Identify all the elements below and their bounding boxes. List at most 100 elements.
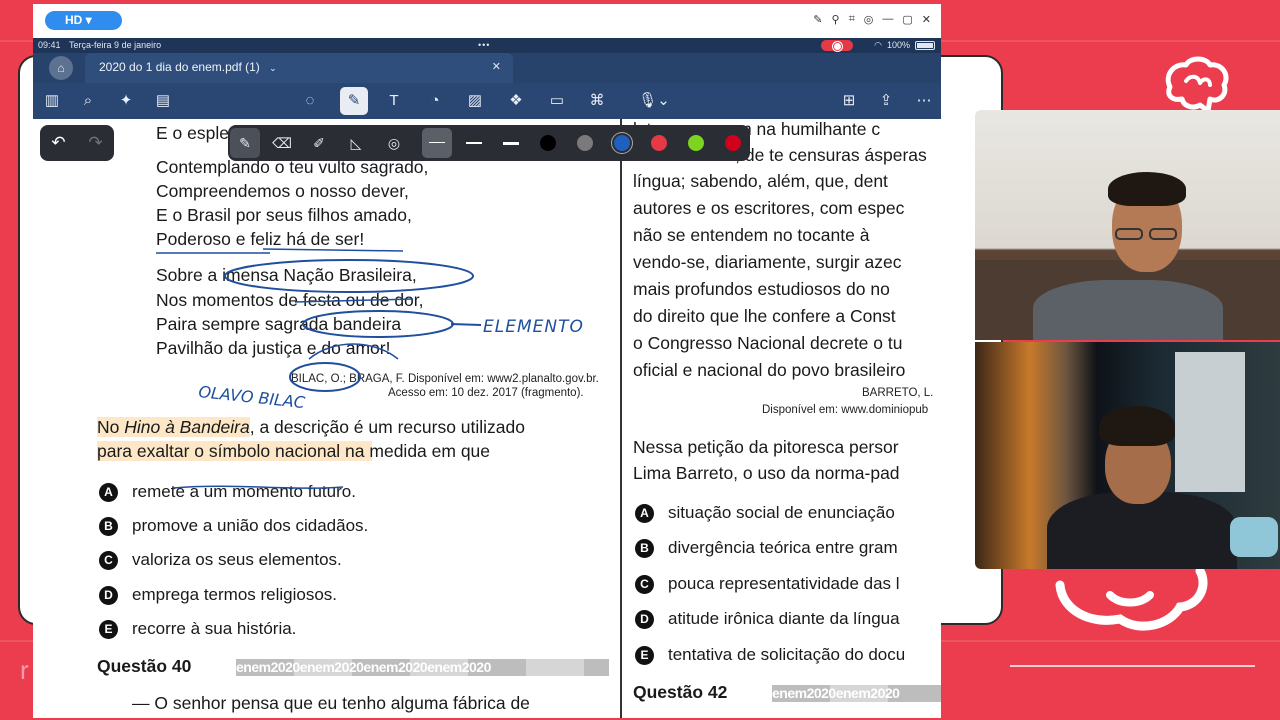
share-icon[interactable]: ⇪ <box>875 90 897 112</box>
window-titlebar: HD ▾ ✎ ⚲ ⌗ ◎ — ▢ ✕ <box>33 4 941 38</box>
answer-option[interactable]: Datitude irônica diante da língua <box>635 609 900 629</box>
close-icon[interactable]: ✕ <box>922 13 931 26</box>
undo-redo-box: ↶ ↷ <box>40 125 114 161</box>
answer-option[interactable]: Bpromove a união dos cidadãos. <box>99 516 368 536</box>
undo-icon[interactable]: ↶ <box>51 133 65 153</box>
add-page-icon[interactable]: ⊞ <box>838 90 860 112</box>
tab-close-icon[interactable]: ✕ <box>492 53 501 81</box>
glasses-right <box>1149 228 1177 240</box>
answer-option[interactable]: Demprega termos religiosos. <box>99 585 337 605</box>
stroke-thick-button[interactable] <box>503 142 519 145</box>
question-text: Nessa petição da pitoresca persor <box>633 437 899 457</box>
home-icon[interactable]: ⌂ <box>49 56 73 80</box>
lasso-select-icon[interactable]: ◎ <box>383 132 405 154</box>
eraser-icon[interactable]: ⌫ <box>271 132 293 154</box>
ruler-icon[interactable]: ◺ <box>345 132 367 154</box>
window-controls: ✎ ⚲ ⌗ ◎ — ▢ ✕ <box>813 13 931 26</box>
option-text: emprega termos religiosos. <box>132 585 338 604</box>
underline-annotation <box>308 343 399 360</box>
note-icon[interactable]: ▭ <box>546 90 568 112</box>
question-text-line2: para exaltar o símbolo nacional na medid… <box>97 441 491 462</box>
color-swatch-darkred[interactable] <box>725 135 741 151</box>
hd-quality-button[interactable]: HD ▾ <box>45 11 122 30</box>
battery-icon <box>915 41 935 50</box>
highlighter-link-icon[interactable]: ⌘ <box>586 90 608 112</box>
battery-percent: 100% <box>886 40 910 50</box>
webcam-presenter <box>975 110 1280 340</box>
question-number: Questão 40 <box>97 656 192 676</box>
question-line2: para exaltar o símbolo nacional na medid… <box>97 441 491 461</box>
main-toolbar: ▥ ⌕ ✦ ▤ ◌ ✎ T ◔ ▨ ❖ ▭ ⌘ 🎙︎⌄ ⊞ ⇪ ⋯ <box>33 83 941 119</box>
answer-option[interactable]: Cvaloriza os seus elementos. <box>99 550 342 570</box>
option-text: promove a união dos cidadãos. <box>132 516 369 535</box>
status-time: 09:41 <box>38 40 61 50</box>
redo-icon[interactable]: ↷ <box>88 133 102 153</box>
thin-stroke-button[interactable] <box>422 128 452 158</box>
search-icon[interactable]: ⌕ <box>77 90 99 112</box>
highlighter-icon[interactable]: ✐ <box>308 132 330 154</box>
document-icon[interactable]: ▤ <box>152 90 174 112</box>
answer-option[interactable]: Bdivergência teórica entre gram <box>635 538 898 558</box>
dialog-line: — O senhor pensa que eu tenho alguma fáb… <box>132 693 530 713</box>
passage-line: língua; sabendo, além, que, dent <box>633 171 888 191</box>
option-text: atitude irônica diante da língua <box>668 609 900 628</box>
maximize-icon[interactable]: ▢ <box>902 13 912 26</box>
annotation-elemento: ELEMENTO <box>483 317 584 337</box>
glasses-left <box>1115 228 1143 240</box>
record-icon[interactable]: ◎ <box>864 13 874 26</box>
option-letter: D <box>99 585 118 605</box>
enem-watermark-band: enem2020enem2020 <box>772 685 941 702</box>
sidebar-icon[interactable]: ▥ <box>41 90 63 112</box>
option-text: situação social de enunciação <box>668 503 895 522</box>
chevron-down-icon[interactable]: ⌄ <box>269 63 277 73</box>
circle-annotation <box>224 259 474 293</box>
option-letter: A <box>635 503 654 523</box>
lasso-icon[interactable]: ◌ <box>299 90 321 112</box>
pdf-page-area[interactable]: E o esplendor do Cruzeiro do Sul, Contem… <box>33 119 941 718</box>
shapes-icon[interactable]: ◔ <box>424 90 446 112</box>
color-swatch-black[interactable] <box>540 135 556 151</box>
bg-line <box>1010 665 1255 667</box>
option-letter: C <box>99 550 118 570</box>
color-swatch-gray[interactable] <box>577 135 593 151</box>
multitask-dots-icon[interactable]: ••• <box>478 38 490 53</box>
elements-icon[interactable]: ❖ <box>505 90 527 112</box>
color-swatch-blue[interactable] <box>614 135 630 151</box>
passage-line: o Congresso Nacional decrete o tu <box>633 333 903 353</box>
option-letter: B <box>635 538 654 558</box>
question-italic: Hino à Bandeira <box>124 417 250 437</box>
crop-icon[interactable]: ⌗ <box>849 13 855 26</box>
answer-option[interactable]: Asituação social de enunciação <box>635 503 895 523</box>
pin-icon[interactable]: ⚲ <box>832 13 840 26</box>
answer-option[interactable]: Cpouca representatividade das l <box>635 574 900 594</box>
option-text: valoriza os seus elementos. <box>132 550 342 569</box>
text-box-icon[interactable]: T <box>383 90 405 112</box>
document-tab[interactable]: 2020 do 1 dia do enem.pdf (1) ⌄ ✕ <box>85 53 513 83</box>
enem-watermark-band: enem2020enem2020enem2020enem2020 <box>236 659 609 676</box>
handwritten-annotations: ELEMENTO OLAVO BILAC <box>156 248 584 412</box>
question-text: No Hino à Bandeira, a descrição é um rec… <box>97 417 525 438</box>
passage-line: autores e os escritores, com espec <box>633 198 905 218</box>
image-icon[interactable]: ▨ <box>464 90 486 112</box>
option-letter: B <box>99 516 118 536</box>
question-prefix: No <box>97 417 125 437</box>
option-letter: C <box>635 574 654 594</box>
pen-icon[interactable]: ✎ <box>340 87 368 115</box>
color-swatch-red[interactable] <box>651 135 667 151</box>
bg-letter: r <box>20 655 29 685</box>
edit-icon[interactable]: ✎ <box>813 13 822 26</box>
color-swatch-green[interactable] <box>688 135 704 151</box>
tab-title: 2020 do 1 dia do enem.pdf (1) <box>99 60 260 74</box>
pen-tool-icon[interactable]: ✎ <box>230 128 260 158</box>
answer-option[interactable]: Etentativa de solicitação do docu <box>635 645 905 665</box>
stroke-medium-button[interactable] <box>466 142 482 144</box>
more-icon[interactable]: ⋯ <box>913 90 935 112</box>
microphone-icon[interactable]: 🎙︎⌄ <box>636 90 672 112</box>
answer-option[interactable]: Erecorre à sua história. <box>99 619 296 639</box>
magic-icon[interactable]: ✦ <box>115 90 137 112</box>
circle-annotation <box>302 310 454 338</box>
water-bottle <box>1230 517 1278 557</box>
status-right: ◠ 100% <box>874 38 935 53</box>
circle-annotation <box>289 362 361 392</box>
minimize-icon[interactable]: — <box>882 13 893 26</box>
